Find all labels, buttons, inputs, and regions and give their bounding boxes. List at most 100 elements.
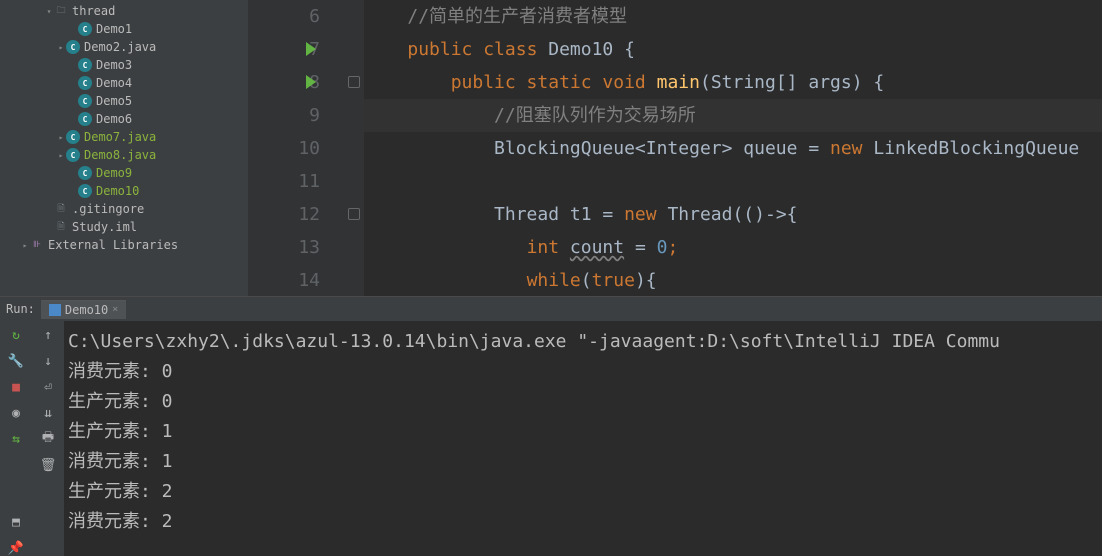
expand-icon[interactable]: ⬒: [8, 514, 24, 530]
tree-item-label: .gitingore: [72, 202, 144, 216]
run-tool-col-1: ↻ 🔧 ■ ◉ ⇆ ⬒ 📌: [0, 321, 32, 556]
code-line[interactable]: //阻塞队列作为交易场所: [364, 99, 1102, 132]
run-tool-col-2: ↑ ↓ ⏎ ⇊ 🖶 🗑: [32, 321, 64, 556]
tree-item[interactable]: ▸ Demo8.java: [0, 146, 248, 164]
tree-item-label: Demo5: [96, 94, 132, 108]
tree-item-label: Demo3: [96, 58, 132, 72]
line-number[interactable]: 14: [248, 264, 320, 296]
code-line[interactable]: BlockingQueue<Integer> queue = new Linke…: [364, 132, 1102, 165]
tree-item[interactable]: Demo5: [0, 92, 248, 110]
code-line[interactable]: [364, 165, 1102, 198]
tree-item-label: thread: [72, 4, 115, 18]
fold-icon[interactable]: [348, 76, 360, 88]
top-area: ▾🗀 thread Demo1 ▸ Demo2.java Demo3 Demo4 Demo5 D…: [0, 0, 1102, 296]
console-line: 消费元素: 2: [68, 507, 1102, 537]
code-line[interactable]: while(true){: [364, 264, 1102, 296]
code-area[interactable]: //简单的生产者消费者模型 public class Demo10 { publ…: [364, 0, 1102, 296]
down-icon[interactable]: ↓: [40, 353, 56, 369]
cl-icon: [78, 58, 92, 72]
twist-icon[interactable]: ▸: [56, 133, 66, 142]
cl-icon: [78, 22, 92, 36]
fold-icon[interactable]: [348, 208, 360, 220]
up-icon[interactable]: ↑: [40, 327, 56, 343]
print-icon[interactable]: 🖶: [40, 431, 56, 447]
console-line: 生产元素: 0: [68, 387, 1102, 417]
line-number[interactable]: 13: [248, 231, 320, 264]
tree-item-label: Demo2.java: [84, 40, 156, 54]
pin-icon[interactable]: 📌: [8, 540, 24, 556]
tree-item-label: Demo7.java: [84, 130, 156, 144]
tree-item-label: Demo10: [96, 184, 139, 198]
run-gutter-icon[interactable]: [306, 42, 316, 56]
tree-item[interactable]: Demo10: [0, 182, 248, 200]
gutter[interactable]: 67891011121314: [248, 0, 346, 296]
line-number[interactable]: 10: [248, 132, 320, 165]
run-gutter-icon[interactable]: [306, 75, 316, 89]
line-number[interactable]: 8: [248, 66, 320, 99]
tree-item[interactable]: ▾🗀 thread: [0, 2, 248, 20]
scroll-icon[interactable]: ⇊: [40, 405, 56, 421]
file-icon: 🗎: [54, 202, 68, 216]
trash-icon[interactable]: 🗑: [40, 457, 56, 473]
cl-icon: [66, 148, 80, 162]
tree-item[interactable]: Demo3: [0, 56, 248, 74]
layout-icon[interactable]: ⇆: [8, 431, 24, 447]
line-number[interactable]: 7: [248, 33, 320, 66]
code-view: 67891011121314 //简单的生产者消费者模型 public clas…: [248, 0, 1102, 296]
code-line[interactable]: public class Demo10 {: [364, 33, 1102, 66]
cl-icon: [78, 76, 92, 90]
tree-item[interactable]: 🗎 Study.iml: [0, 218, 248, 236]
tree-item[interactable]: ▸ Demo2.java: [0, 38, 248, 56]
run-header[interactable]: Run: Demo10 ×: [0, 297, 1102, 321]
code-line[interactable]: Thread t1 = new Thread(()->{: [364, 198, 1102, 231]
fold-column[interactable]: [346, 0, 364, 296]
twist-icon[interactable]: ▾: [44, 7, 54, 16]
code-line[interactable]: int count = 0;: [364, 231, 1102, 264]
close-icon[interactable]: ×: [112, 304, 118, 315]
line-number[interactable]: 11: [248, 165, 320, 198]
cl-icon: [78, 112, 92, 126]
cl-icon: [78, 166, 92, 180]
tree-item[interactable]: Demo4: [0, 74, 248, 92]
console-line: C:\Users\zxhy2\.jdks\azul-13.0.14\bin\ja…: [68, 327, 1102, 357]
line-number[interactable]: 12: [248, 198, 320, 231]
camera-icon[interactable]: ◉: [8, 405, 24, 421]
wrap-icon[interactable]: ⏎: [40, 379, 56, 395]
rerun-icon[interactable]: ↻: [8, 327, 24, 343]
tree-item-label: Study.iml: [72, 220, 137, 234]
tree-item-label: Demo9: [96, 166, 132, 180]
code-line[interactable]: public static void main(String[] args) {: [364, 66, 1102, 99]
run-label: Run:: [6, 302, 35, 316]
line-number[interactable]: 6: [248, 0, 320, 33]
twist-icon[interactable]: ▸: [56, 43, 66, 52]
console-line: 消费元素: 1: [68, 447, 1102, 477]
run-body: ↻ 🔧 ■ ◉ ⇆ ⬒ 📌 ↑ ↓ ⏎ ⇊ 🖶 🗑 C:\Users\zxhy2…: [0, 321, 1102, 556]
cl-icon: [78, 184, 92, 198]
file-icon: 🗎: [54, 220, 68, 234]
tree-item-label: Demo6: [96, 112, 132, 126]
run-panel: Run: Demo10 × ↻ 🔧 ■ ◉ ⇆ ⬒ 📌 ↑ ↓ ⏎ ⇊ 🖶 🗑 …: [0, 296, 1102, 556]
console-line: 生产元素: 1: [68, 417, 1102, 447]
tree-item[interactable]: ▸ Demo7.java: [0, 128, 248, 146]
console-output[interactable]: C:\Users\zxhy2\.jdks\azul-13.0.14\bin\ja…: [64, 321, 1102, 556]
code-line[interactable]: //简单的生产者消费者模型: [364, 0, 1102, 33]
console-line: 消费元素: 0: [68, 357, 1102, 387]
run-tab[interactable]: Demo10 ×: [41, 300, 126, 319]
tree-item[interactable]: Demo6: [0, 110, 248, 128]
twist-icon[interactable]: ▸: [20, 241, 30, 250]
cl-icon: [78, 94, 92, 108]
fld-icon: 🗀: [54, 4, 68, 18]
tree-item-label: Demo8.java: [84, 148, 156, 162]
line-number[interactable]: 9: [248, 99, 320, 132]
twist-icon[interactable]: ▸: [56, 151, 66, 160]
tree-item[interactable]: Demo1: [0, 20, 248, 38]
tree-item[interactable]: ▸⊪External Libraries: [0, 236, 248, 254]
editor[interactable]: 67891011121314 //简单的生产者消费者模型 public clas…: [248, 0, 1102, 296]
tree-item[interactable]: 🗎 .gitingore: [0, 200, 248, 218]
project-tree[interactable]: ▾🗀 thread Demo1 ▸ Demo2.java Demo3 Demo4 Demo5 D…: [0, 0, 248, 296]
stop-icon[interactable]: ■: [8, 379, 24, 395]
tree-item[interactable]: Demo9: [0, 164, 248, 182]
cl-icon: [66, 130, 80, 144]
console-line: 生产元素: 2: [68, 477, 1102, 507]
wrench-icon[interactable]: 🔧: [8, 353, 24, 369]
